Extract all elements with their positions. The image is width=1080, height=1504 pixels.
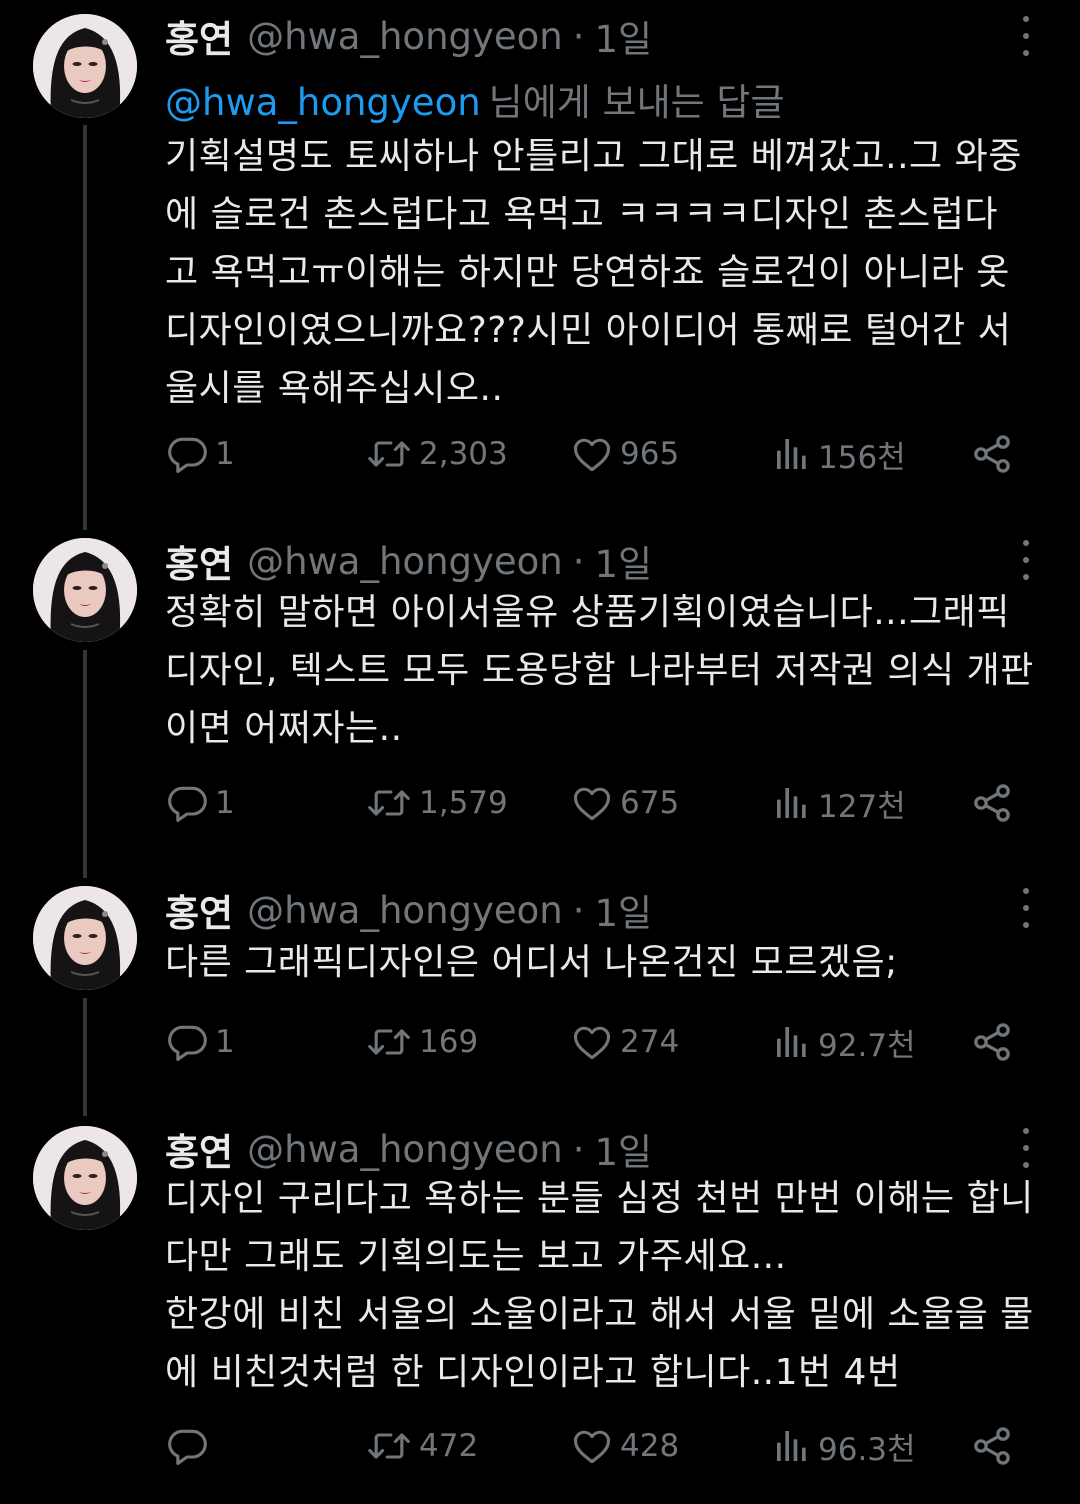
separator: · xyxy=(572,14,585,58)
like-button[interactable]: 675 xyxy=(570,779,679,827)
heart-icon xyxy=(570,781,620,825)
share-button[interactable] xyxy=(970,430,1020,478)
views-count: 92.7천 xyxy=(818,1027,916,1064)
retweet-button[interactable]: 1,579 xyxy=(365,779,508,827)
reply-mention-link[interactable]: @hwa_hongyeon xyxy=(165,81,481,124)
like-button[interactable]: 428 xyxy=(570,1422,679,1470)
retweet-icon xyxy=(365,1020,419,1064)
retweet-icon xyxy=(365,781,419,825)
views-icon xyxy=(772,434,818,474)
more-dots-icon[interactable] xyxy=(1013,16,1039,56)
views-button[interactable]: 92.7천 xyxy=(772,1018,916,1066)
timestamp[interactable]: 1일 xyxy=(595,9,653,63)
views-icon xyxy=(772,783,818,823)
display-name[interactable]: 홍연 xyxy=(165,883,233,937)
retweet-count: 472 xyxy=(419,1428,479,1464)
user-handle[interactable]: @hwa_hongyeon xyxy=(247,540,563,583)
separator: · xyxy=(572,539,585,583)
more-dots-icon[interactable] xyxy=(1013,888,1039,928)
like-count: 274 xyxy=(620,1024,680,1060)
heart-icon xyxy=(570,1020,620,1064)
tweet-actions: 1 2,303 965 156천 xyxy=(0,430,1080,478)
share-button[interactable] xyxy=(970,1422,1020,1470)
retweet-button[interactable]: 472 xyxy=(365,1422,478,1470)
retweet-button[interactable]: 2,303 xyxy=(365,430,508,478)
retweet-count: 2,303 xyxy=(419,436,508,472)
share-icon xyxy=(970,1020,1020,1064)
separator: · xyxy=(572,1127,585,1171)
tweet-header: 홍연 @hwa_hongyeon · 1일 xyxy=(165,1122,653,1176)
timestamp[interactable]: 1일 xyxy=(595,883,653,937)
views-count: 96.3천 xyxy=(818,1431,916,1468)
reply-icon xyxy=(165,432,215,476)
tweet-text: 다른 그래픽디자인은 어디서 나온건진 모르겠음; xyxy=(165,942,898,983)
avatar[interactable] xyxy=(33,1126,137,1230)
views-button[interactable]: 156천 xyxy=(772,430,906,478)
views-count: 127천 xyxy=(818,788,906,825)
tweet-text: 정확히 말하면 아이서울유 상품기획이였습니다...그래픽 디자인, 텍스트 모… xyxy=(165,592,1034,749)
retweet-button[interactable]: 169 xyxy=(365,1018,478,1066)
share-button[interactable] xyxy=(970,1018,1020,1066)
reply-button[interactable] xyxy=(165,1422,215,1470)
display-name[interactable]: 홍연 xyxy=(165,1122,233,1176)
tweet-actions: 472 428 96.3천 xyxy=(0,1422,1080,1470)
heart-icon xyxy=(570,1424,620,1468)
tweet-actions: 1 169 274 92.7천 xyxy=(0,1018,1080,1066)
share-icon xyxy=(970,432,1020,476)
heart-icon xyxy=(570,432,620,476)
tweet-actions: 1 1,579 675 127천 xyxy=(0,779,1080,827)
like-count: 428 xyxy=(620,1428,680,1464)
display-name[interactable]: 홍연 xyxy=(165,534,233,588)
share-button[interactable] xyxy=(970,779,1020,827)
share-icon xyxy=(970,781,1020,825)
tweet-header: 홍연 @hwa_hongyeon · 1일 xyxy=(165,9,653,63)
tweet-text: 기획설명도 토씨하나 안틀리고 그대로 베껴갔고..그 와중 에 슬로건 촌스럽… xyxy=(165,136,1022,409)
views-button[interactable]: 96.3천 xyxy=(772,1422,916,1470)
like-count: 965 xyxy=(620,436,680,472)
views-button[interactable]: 127천 xyxy=(772,779,906,827)
user-handle[interactable]: @hwa_hongyeon xyxy=(247,1128,563,1171)
retweet-icon xyxy=(365,432,419,476)
like-button[interactable]: 965 xyxy=(570,430,679,478)
views-icon xyxy=(772,1426,818,1466)
separator: · xyxy=(572,888,585,932)
like-button[interactable]: 274 xyxy=(570,1018,679,1066)
tweet-text: 디자인 구리다고 욕하는 분들 심정 천번 만번 이해는 합니 다만 그래도 기… xyxy=(165,1178,1034,1393)
timestamp[interactable]: 1일 xyxy=(595,1122,653,1176)
user-handle[interactable]: @hwa_hongyeon xyxy=(247,15,563,58)
tweet-header: 홍연 @hwa_hongyeon · 1일 xyxy=(165,534,653,588)
avatar[interactable] xyxy=(33,14,137,118)
retweet-count: 1,579 xyxy=(419,785,508,821)
like-count: 675 xyxy=(620,785,680,821)
more-dots-icon[interactable] xyxy=(1013,1128,1039,1168)
replying-to: @hwa_hongyeon 님에게 보내는 답글 xyxy=(165,72,785,126)
reply-to-suffix: 님에게 보내는 답글 xyxy=(488,81,785,124)
views-count: 156천 xyxy=(818,439,906,476)
reply-icon xyxy=(165,1424,215,1468)
user-handle[interactable]: @hwa_hongyeon xyxy=(247,889,563,932)
retweet-icon xyxy=(365,1424,419,1468)
more-dots-icon[interactable] xyxy=(1013,540,1039,580)
reply-count: 1 xyxy=(215,1024,235,1060)
reply-button[interactable]: 1 xyxy=(165,430,235,478)
share-icon xyxy=(970,1424,1020,1468)
display-name[interactable]: 홍연 xyxy=(165,9,233,63)
reply-icon xyxy=(165,781,215,825)
reply-count: 1 xyxy=(215,785,235,821)
avatar[interactable] xyxy=(33,886,137,990)
views-icon xyxy=(772,1022,818,1062)
reply-button[interactable]: 1 xyxy=(165,779,235,827)
reply-icon xyxy=(165,1020,215,1064)
avatar[interactable] xyxy=(33,538,137,642)
reply-button[interactable]: 1 xyxy=(165,1018,235,1066)
retweet-count: 169 xyxy=(419,1024,479,1060)
tweet-header: 홍연 @hwa_hongyeon · 1일 xyxy=(165,883,653,937)
thread-line xyxy=(83,650,87,878)
reply-count: 1 xyxy=(215,436,235,472)
timestamp[interactable]: 1일 xyxy=(595,534,653,588)
